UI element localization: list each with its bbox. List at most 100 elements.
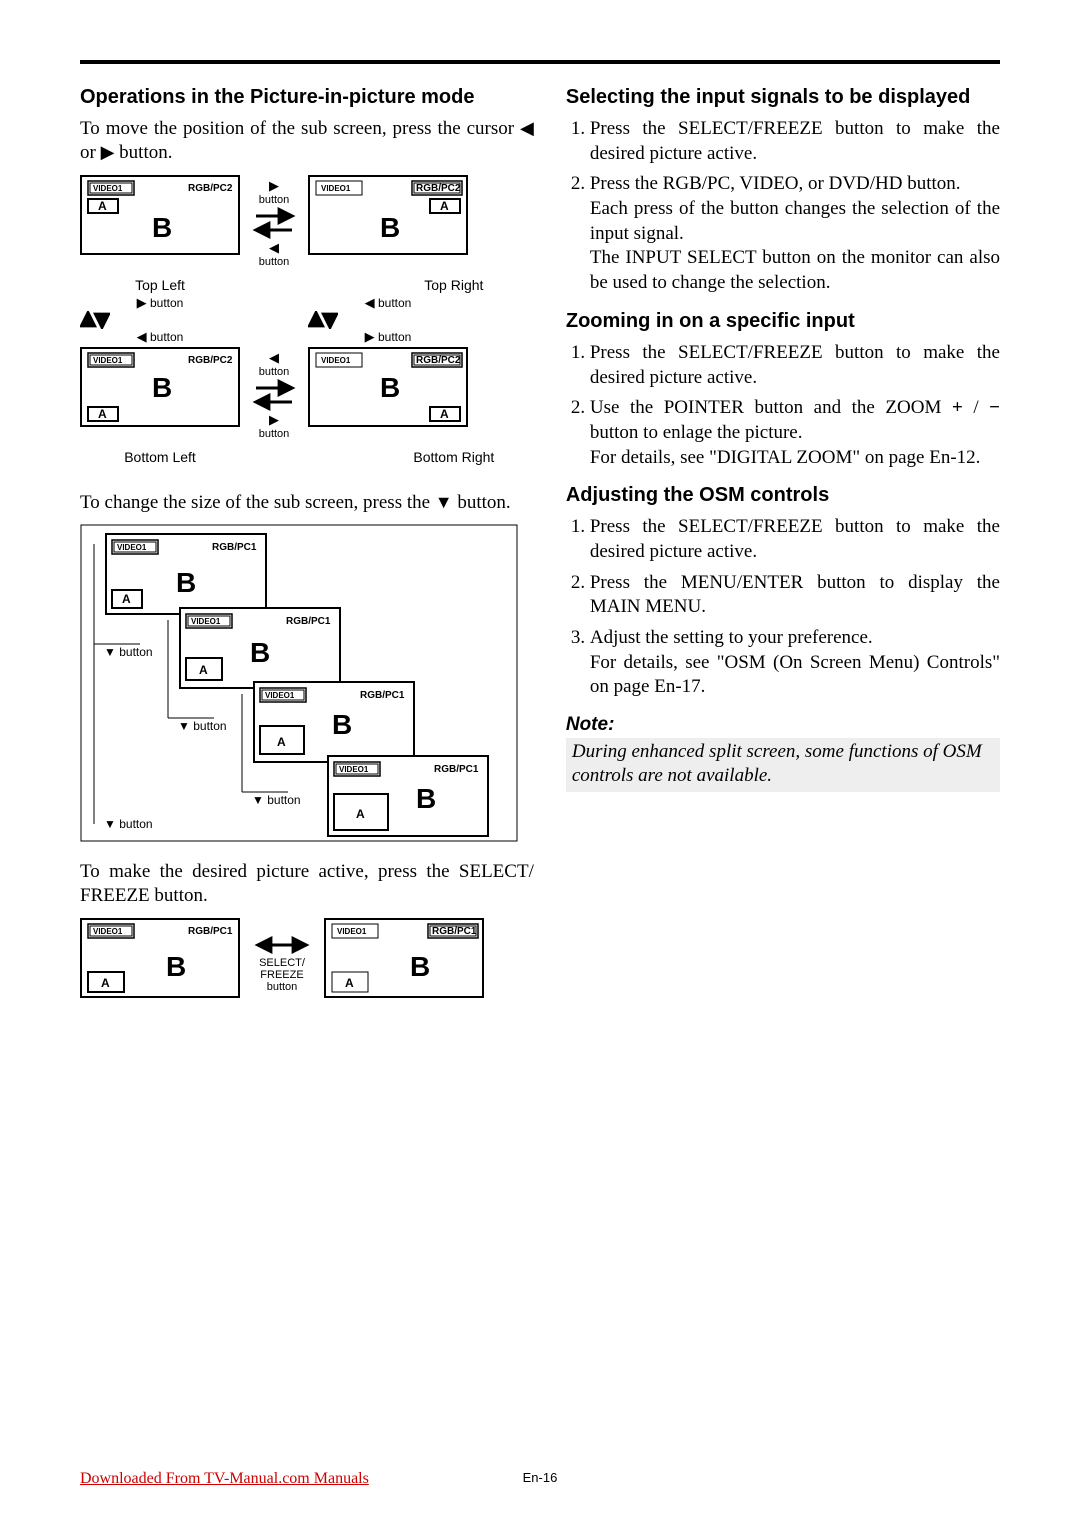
down-btn-label: ▼ button [104,645,153,659]
double-arrow-icon [252,378,296,412]
label-B: B [176,567,196,598]
left-triangle-icon: ◀ [137,329,147,344]
position-row-top: VIDEO1 RGB/PC2 A B ▶ button ◀ [80,175,534,271]
left-triangle-icon: ◀ [365,295,375,310]
label-A: A [101,976,110,990]
label-B: B [380,212,400,243]
label-rgbpc1: RGB/PC1 [212,542,257,553]
label-A: A [199,663,208,677]
label-rgbpc1: RGB/PC1 [432,926,477,937]
label-B: B [332,709,352,740]
osm-steps: Press the SELECT/FREEZE button to make t… [566,515,1000,700]
vert-left: ▶ button ◀ button [80,295,240,345]
right-triangle-icon: ▶ [269,178,279,194]
button-label: button [378,296,411,310]
select-input-steps: Press the SELECT/FREEZE button to make t… [566,117,1000,296]
label-rgbpc1: RGB/PC1 [286,616,331,627]
down-btn-label: ▼ button [178,719,227,733]
label-video1: VIDEO1 [321,184,351,193]
label-video1: VIDEO1 [117,543,147,552]
label-video1: VIDEO1 [321,356,351,365]
up-arrow-icon [80,311,110,329]
button-label: button [259,428,290,440]
label-A: A [356,807,365,821]
step: Press the MENU/ENTER button to display t… [590,571,1000,620]
step-line: button to enlage the picture. [590,422,803,443]
osm-heading: Adjusting the OSM controls [566,484,1000,507]
step: Press the SELECT/FREEZE button to make t… [590,117,1000,166]
label-B: B [152,372,172,403]
resize-intro: To change the size of the sub screen, pr… [80,491,534,515]
step-line: Use the POINTER button and the ZOOM [590,397,952,418]
right-triangle-icon: ▶ [137,295,147,310]
label-video1: VIDEO1 [93,184,123,193]
step: Press the RGB/PC, VIDEO, or DVD/HD butto… [590,172,1000,295]
label-video1: VIDEO1 [191,617,221,626]
down-triangle-icon: ▼ [435,492,453,512]
page-number: En-16 [80,1470,1000,1485]
pip-intro-c: button. [114,142,172,163]
label-B: B [250,637,270,668]
step-line: Adjust the setting to your preference. [590,627,873,648]
screen-bottom-right: VIDEO1 RGB/PC2 B A [308,347,468,443]
minus-icon: − [989,397,1000,418]
label-video1: VIDEO1 [93,356,123,365]
left-triangle-icon: ◀ [269,350,279,366]
label-A: A [98,199,107,213]
caption-top-left: Top Left [80,277,240,293]
down-btn-label: ▼ button [252,793,301,807]
step: Use the POINTER button and the ZOOM + / … [590,396,1000,470]
vertical-arrows: ▶ button ◀ button ◀ button ▶ button [80,295,534,345]
note-title: Note: [566,714,1000,736]
step: Adjust the setting to your preference. F… [590,626,1000,700]
step-line: For details, see "DIGITAL ZOOM" on page … [590,447,981,468]
down-btn-label: ▼ button [104,817,153,831]
double-h-arrow-icon [252,933,312,957]
vert-right: ◀ button ▶ button [308,295,468,345]
caption-bottom-right: Bottom Right [374,449,534,465]
note-body: During enhanced split screen, some funct… [566,738,1000,792]
screen-sf-right: VIDEO1 RGB/PC1 B A [324,918,484,1008]
label-rgbpc1: RGB/PC1 [360,690,405,701]
label-A: A [122,592,131,606]
zoom-steps: Press the SELECT/FREEZE button to make t… [566,341,1000,470]
select-label: SELECT/ [259,957,305,969]
pip-intro: To move the position of the sub screen, … [80,117,534,165]
right-triangle-icon: ▶ [269,412,279,428]
button-label: button [259,256,290,268]
step-line: Each press of the button changes the sel… [590,198,1000,244]
label-rgbpc2: RGB/PC2 [416,355,461,366]
screen-bottom-left: VIDEO1 RGB/PC2 B A [80,347,240,443]
columns: Operations in the Picture-in-picture mod… [80,86,1000,1008]
label-rgbpc1: RGB/PC1 [434,764,479,775]
resize-diagram: VIDEO1 RGB/PC1 B A ▼ button VIDEO1 RGB/P… [80,524,520,844]
label-video1: VIDEO1 [93,927,123,936]
label-A: A [277,735,286,749]
zoom-heading: Zooming in on a specific input [566,310,1000,333]
label-A: A [345,976,354,990]
step-line: Press the RGB/PC, VIDEO, or DVD/HD butto… [590,173,961,194]
label-A: A [440,199,449,213]
step-line: For details, see "OSM (On Screen Menu) C… [590,652,1000,698]
step-line: / [963,397,989,418]
caption-top-right: Top Right [374,277,534,293]
button-label: button [150,330,183,344]
screen-top-right: VIDEO1 RGB/PC2 A B [308,175,468,271]
label-video1: VIDEO1 [337,927,367,936]
select-freeze-row: VIDEO1 RGB/PC1 B A SELECT/ FREEZE button [80,918,534,1008]
label-B: B [380,372,400,403]
right-triangle-icon: ▶ [101,142,115,162]
label-video1: VIDEO1 [265,691,295,700]
label-video1: VIDEO1 [339,765,369,774]
label-rgbpc1: RGB/PC1 [188,926,233,937]
label-A: A [440,407,449,421]
double-arrow-icon [252,206,296,240]
position-row-bottom: VIDEO1 RGB/PC2 B A ◀ button ▶ button [80,347,534,443]
label-B: B [152,212,172,243]
label-rgbpc2: RGB/PC2 [188,355,233,366]
sf-arrow-col: SELECT/ FREEZE button [246,933,318,993]
arrow-col-bottom: ◀ button ▶ button [246,350,302,440]
resize-b: button. [453,492,511,513]
label-B: B [166,951,186,982]
footer: Downloaded From TV-Manual.com Manuals En… [80,1470,1000,1488]
